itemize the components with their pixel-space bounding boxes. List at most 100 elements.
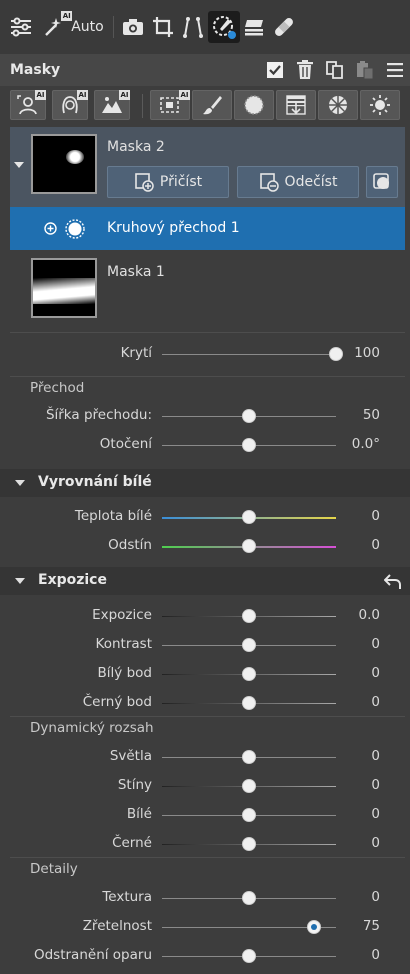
sliders-icon[interactable]	[8, 12, 34, 42]
rotation-slider-handle[interactable]	[242, 438, 256, 452]
contrast-slider-label: Kontrast	[95, 636, 152, 652]
layers-icon[interactable]	[241, 12, 267, 42]
linear-gradient-icon[interactable]	[276, 90, 316, 120]
ai-badge: AI	[77, 90, 88, 100]
transition-width-slider-handle[interactable]	[242, 409, 256, 423]
luminance-icon[interactable]	[360, 90, 400, 120]
masks-header: Masky	[0, 54, 410, 86]
ai-select-icon[interactable]: AI	[150, 90, 190, 120]
copy-icon[interactable]	[323, 58, 347, 82]
brush-icon[interactable]	[192, 90, 232, 120]
clarity-slider-label: Zřetelnost	[82, 918, 152, 934]
mask-2-thumbnail	[31, 134, 97, 194]
white-temp-slider-handle[interactable]	[242, 510, 256, 524]
transition-width-slider-value: 50	[362, 407, 380, 423]
mask-1-thumbnail	[31, 258, 97, 318]
divider	[10, 716, 405, 717]
ai-landscape-icon[interactable]: AI	[94, 90, 130, 120]
tint-slider-handle[interactable]	[242, 539, 256, 553]
chevron-down-icon[interactable]	[15, 578, 25, 584]
transition-width-slider-label: Šířka přechodu:	[45, 407, 152, 423]
texture-slider-value: 0	[371, 889, 380, 905]
radial-gradient-icon[interactable]	[234, 90, 274, 120]
mask-1-name: Maska 1	[107, 264, 165, 280]
radial-gradient-icon	[65, 219, 85, 239]
exposure-slider-value: 0.0	[358, 607, 380, 623]
reset-icon[interactable]	[384, 572, 402, 590]
auto-button[interactable]: AI Auto	[40, 11, 106, 42]
color-range-icon[interactable]	[318, 90, 358, 120]
add-mask-label: Přičíst	[159, 174, 203, 190]
exposure-slider-handle[interactable]	[242, 609, 256, 623]
perspective-icon[interactable]	[180, 12, 206, 42]
dehaze-slider-handle[interactable]	[242, 949, 256, 963]
details-group-label: Detaily	[30, 861, 78, 877]
transition-group-label: Přechod	[30, 380, 85, 396]
opacity-slider-value: 100	[354, 345, 380, 361]
toolbar-divider	[113, 16, 114, 38]
divider	[10, 857, 405, 858]
auto-label: Auto	[71, 19, 104, 35]
rotation-slider-value: 0.0°	[351, 436, 380, 452]
dynamic-range-group-label: Dynamický rozsah	[30, 720, 154, 736]
menu-icon[interactable]	[383, 58, 407, 82]
tools-divider	[142, 94, 143, 118]
whites-slider-handle[interactable]	[242, 808, 256, 822]
dehaze-slider-label: Odstranění oparu	[33, 947, 152, 963]
white-temp-slider-label: Teplota bílé	[74, 508, 152, 524]
shadows-slider-label: Stíny	[117, 777, 152, 793]
white-balance-section-header[interactable]: Vyrovnání bílé	[0, 469, 410, 497]
contrast-slider-value: 0	[371, 636, 380, 652]
crop-icon[interactable]	[150, 12, 176, 42]
mask-tools-row: AI AI AI AI	[0, 86, 410, 126]
ai-badge: AI	[179, 90, 190, 100]
ai-person-icon[interactable]: AI	[10, 90, 46, 120]
clarity-slider-value: 75	[362, 918, 380, 934]
ai-badge: AI	[35, 90, 46, 100]
exposure-section-header[interactable]: Expozice	[0, 567, 410, 595]
white-point-slider-handle[interactable]	[242, 667, 256, 681]
black-point-slider-handle[interactable]	[242, 696, 256, 710]
whites-slider-label: Bílé	[126, 806, 152, 822]
ai-face-icon[interactable]: AI	[52, 90, 88, 120]
ai-badge: AI	[61, 11, 73, 21]
add-mask-icon	[135, 173, 154, 192]
dehaze-slider-value: 0	[371, 947, 380, 963]
expand-plus-icon[interactable]	[44, 222, 57, 235]
trash-icon[interactable]	[293, 58, 317, 82]
tint-slider-label: Odstín	[108, 537, 152, 553]
mask-brush-icon[interactable]	[208, 11, 240, 43]
white-point-slider-label: Bílý bod	[97, 665, 152, 681]
opacity-slider[interactable]	[162, 354, 336, 355]
mask-item-1[interactable]: Maska 1	[10, 250, 405, 332]
highlights-slider-handle[interactable]	[242, 750, 256, 764]
add-mask-button[interactable]: Přičíst	[107, 166, 229, 198]
tint-slider-value: 0	[371, 537, 380, 553]
blacks-slider-value: 0	[371, 835, 380, 851]
camera-icon[interactable]	[120, 12, 146, 42]
opacity-slider-label: Krytí	[120, 345, 152, 361]
invert-mask-button[interactable]	[366, 166, 398, 198]
divider	[10, 332, 405, 333]
white-point-slider-value: 0	[371, 665, 380, 681]
checkmark-icon[interactable]	[263, 58, 287, 82]
blacks-slider-handle[interactable]	[242, 837, 256, 851]
bandage-icon[interactable]	[270, 12, 298, 42]
magic-wand-icon: AI	[42, 11, 73, 39]
contrast-slider-handle[interactable]	[242, 638, 256, 652]
submask-item-selected[interactable]: Kruhový přechod 1	[10, 207, 405, 250]
shadows-slider-handle[interactable]	[242, 779, 256, 793]
whites-slider-value: 0	[371, 806, 380, 822]
texture-slider-handle[interactable]	[242, 891, 256, 905]
subtract-mask-button[interactable]: Odečíst	[237, 166, 359, 198]
chevron-down-icon[interactable]	[15, 480, 25, 486]
chevron-down-icon[interactable]	[14, 162, 24, 168]
exposure-slider-label: Expozice	[92, 607, 152, 623]
paste-icon[interactable]	[353, 58, 377, 82]
invert-mask-icon	[373, 173, 389, 189]
submask-name: Kruhový přechod 1	[107, 220, 240, 236]
top-toolbar: AI Auto	[0, 0, 410, 54]
blacks-slider-label: Černé	[112, 835, 152, 851]
white-balance-title: Vyrovnání bílé	[38, 474, 152, 490]
highlights-slider-value: 0	[371, 748, 380, 764]
